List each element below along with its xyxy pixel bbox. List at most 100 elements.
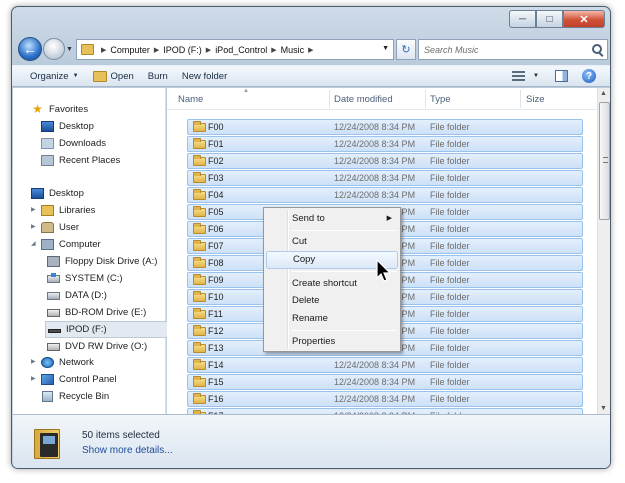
new-folder-button[interactable]: New folder — [182, 71, 227, 82]
sidebar-item-favorites[interactable]: ★ Favorites — [31, 102, 88, 117]
sidebar-item-downloads[interactable]: Downloads — [41, 136, 106, 151]
chevron-right-icon[interactable]: ▶ — [308, 46, 313, 54]
breadcrumb-music[interactable]: Music — [281, 45, 305, 55]
breadcrumb-ipod-control[interactable]: iPod_Control — [215, 45, 267, 55]
file-name: F00 — [208, 122, 224, 132]
toolbar-right: ▼ ? — [512, 69, 596, 83]
sidebar-item-ipod[interactable]: IPOD (F:) — [45, 321, 173, 338]
column-divider[interactable] — [329, 90, 330, 108]
sidebar-item-recycle-bin[interactable]: Recycle Bin — [41, 389, 109, 404]
folder-icon — [193, 223, 206, 234]
column-divider[interactable] — [520, 90, 521, 108]
collapse-arrow-icon[interactable]: ◢ — [31, 240, 36, 247]
file-date-modified: 12/24/2008 8:34 PM — [334, 156, 416, 166]
column-divider[interactable] — [425, 90, 426, 108]
sidebar-item-dvd-rw[interactable]: DVD RW Drive (O:) — [47, 339, 147, 354]
chevron-right-icon[interactable]: ▶ — [101, 46, 106, 54]
file-name: F05 — [208, 207, 224, 217]
scrollbar-thumb[interactable] — [599, 102, 610, 220]
table-row[interactable]: F00 12/24/2008 8:34 PM File folder — [187, 119, 583, 135]
breadcrumb-computer[interactable]: Computer — [110, 45, 150, 55]
views-dropdown-icon[interactable]: ▼ — [533, 73, 539, 79]
views-icon[interactable] — [512, 71, 526, 81]
table-row[interactable]: F02 12/24/2008 8:34 PM File folder — [187, 153, 583, 169]
sidebar-item-label: SYSTEM (C:) — [65, 273, 123, 284]
chevron-right-icon[interactable]: ▶ — [271, 46, 276, 54]
folder-icon — [193, 189, 206, 200]
column-header-type[interactable]: Type — [430, 94, 451, 105]
menu-item-cut[interactable]: Cut — [266, 233, 398, 251]
search-icon[interactable] — [592, 44, 602, 54]
file-name: F01 — [208, 139, 224, 149]
sidebar-item-user[interactable]: User — [41, 220, 79, 235]
bd-rom-drive-icon — [47, 308, 60, 317]
sidebar-item-data-d[interactable]: DATA (D:) — [47, 288, 107, 303]
minimize-button[interactable]: ─ — [509, 10, 536, 28]
search-input[interactable] — [419, 40, 579, 59]
column-header-name[interactable]: Name — [178, 94, 203, 105]
file-name: F08 — [208, 258, 224, 268]
sidebar-item-control-panel[interactable]: Control Panel — [41, 372, 117, 387]
floppy-drive-icon — [47, 256, 60, 267]
menu-item-label: Send to — [292, 213, 325, 224]
file-name: F02 — [208, 156, 224, 166]
sidebar-item-system-c[interactable]: SYSTEM (C:) — [47, 271, 123, 286]
file-date-modified: 12/24/2008 8:34 PM — [334, 394, 416, 404]
refresh-button[interactable]: ↻ — [396, 39, 416, 60]
sidebar-item-bd-rom[interactable]: BD-ROM Drive (E:) — [47, 305, 146, 320]
help-icon[interactable]: ? — [582, 69, 596, 83]
sidebar-item-recent-places[interactable]: Recent Places — [41, 153, 120, 168]
menu-item-delete[interactable]: Delete — [266, 292, 398, 310]
sidebar-item-network[interactable]: Network — [41, 355, 94, 370]
table-row[interactable]: F14 12/24/2008 8:34 PM File folder — [187, 357, 583, 373]
back-button[interactable]: ← — [18, 37, 42, 61]
vertical-scrollbar[interactable]: ▲ ▼ — [597, 88, 610, 414]
recent-pages-dropdown[interactable]: ▼ — [66, 46, 73, 53]
table-row[interactable]: F03 12/24/2008 8:34 PM File folder — [187, 170, 583, 186]
expand-arrow-icon[interactable]: ▶ — [31, 375, 36, 382]
table-row[interactable]: F04 12/24/2008 8:34 PM File folder — [187, 187, 583, 203]
scroll-down-icon[interactable]: ▼ — [600, 405, 607, 412]
sidebar-item-computer[interactable]: Computer — [41, 237, 101, 252]
folder-icon — [193, 359, 206, 370]
column-header-date[interactable]: Date modified — [334, 94, 393, 105]
menu-item-send-to[interactable]: Send to ▶ — [266, 210, 398, 228]
preview-pane-icon[interactable] — [555, 70, 568, 82]
close-button[interactable]: ✕ — [563, 10, 605, 28]
show-more-details-link[interactable]: Show more details... — [82, 445, 173, 456]
sidebar-item-desktop-fav[interactable]: Desktop — [41, 119, 94, 134]
scroll-up-icon[interactable]: ▲ — [600, 90, 607, 97]
address-bar[interactable]: ▶ Computer ▶ IPOD (F:) ▶ iPod_Control ▶ … — [76, 39, 394, 60]
address-dropdown-icon[interactable]: ▼ — [382, 45, 389, 52]
menu-separator — [291, 230, 397, 231]
chevron-right-icon[interactable]: ▶ — [154, 46, 159, 54]
column-header-size[interactable]: Size — [526, 94, 544, 105]
menu-item-properties[interactable]: Properties — [266, 333, 398, 351]
file-date-modified: 12/24/2008 8:34 PM — [334, 190, 416, 200]
file-type: File folder — [430, 139, 470, 149]
computer-icon — [41, 239, 54, 250]
chevron-right-icon[interactable]: ▶ — [206, 46, 211, 54]
folder-icon — [193, 206, 206, 217]
maximize-button[interactable]: □ — [536, 10, 563, 28]
user-folder-icon — [41, 222, 54, 233]
breadcrumb-ipod[interactable]: IPOD (F:) — [163, 45, 202, 55]
sidebar-item-floppy[interactable]: Floppy Disk Drive (A:) — [47, 254, 157, 269]
open-button[interactable]: Open — [92, 70, 134, 82]
organize-button[interactable]: Organize ▼ — [30, 71, 79, 82]
folder-icon — [193, 291, 206, 302]
file-type: File folder — [430, 258, 470, 268]
forward-button[interactable]: → — [43, 38, 65, 60]
search-box — [418, 39, 608, 60]
expand-arrow-icon[interactable]: ▶ — [31, 223, 36, 230]
burn-button[interactable]: Burn — [148, 71, 168, 82]
menu-item-rename[interactable]: Rename — [266, 310, 398, 328]
table-row[interactable]: F01 12/24/2008 8:34 PM File folder — [187, 136, 583, 152]
table-row[interactable]: F15 12/24/2008 8:34 PM File folder — [187, 374, 583, 390]
expand-arrow-icon[interactable]: ▶ — [31, 358, 36, 365]
menu-item-label: Delete — [292, 295, 320, 306]
sidebar-item-desktop[interactable]: Desktop — [31, 186, 84, 201]
sidebar-item-libraries[interactable]: Libraries — [41, 203, 95, 218]
expand-arrow-icon[interactable]: ▶ — [31, 206, 36, 213]
table-row[interactable]: F16 12/24/2008 8:34 PM File folder — [187, 391, 583, 407]
